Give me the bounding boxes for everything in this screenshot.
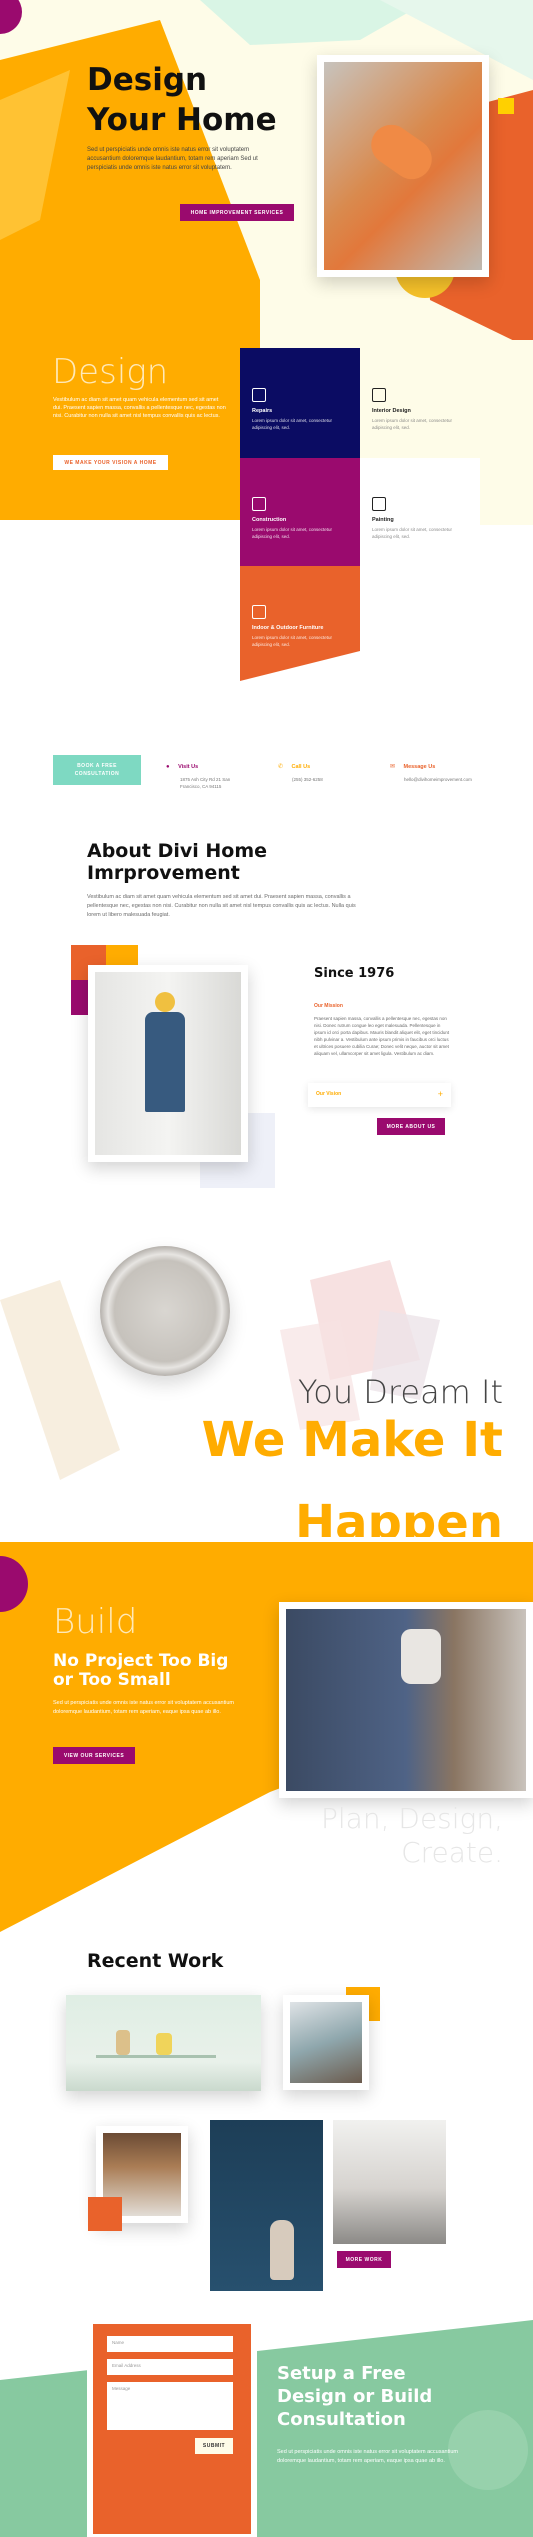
service-desc: Lorem ipsum dolor sit amet, consectetur …	[252, 635, 333, 647]
recent-work-title: Recent Work	[87, 1950, 224, 1972]
consult-section: Name Email Address Message Submit Setup …	[0, 2300, 533, 2537]
work-photo-vase	[210, 2120, 323, 2291]
service-furniture: Indoor & Outdoor Furniture Lorem ipsum d…	[252, 605, 352, 648]
book-consultation-button[interactable]: Book a Free Consultation	[53, 755, 141, 785]
hero-body: Sed ut perspiciatis unde omnis iste natu…	[87, 147, 258, 171]
about-worker-photo	[88, 965, 248, 1162]
service-painting: Painting Lorem ipsum dolor sit amet, con…	[372, 497, 472, 540]
mission-label: Our Mission	[314, 1003, 343, 1009]
consult-title: Setup a Free Design or Build Consultatio…	[277, 2362, 432, 2431]
design-body: Vestibulum ac diam sit amet quam vehicul…	[53, 397, 226, 419]
hero-paint-roller-photo	[317, 55, 489, 277]
about-title: About Divi Home Imrprovement	[87, 840, 267, 884]
hero-title-line2: Your Home	[87, 102, 277, 138]
vision-accordion[interactable]: Our Vision +	[308, 1083, 451, 1107]
design-section: Design Vestibulum ac diam sit amet quam …	[0, 340, 533, 740]
service-title: Construction	[252, 517, 287, 523]
contact-bar: Book a Free Consultation ● Visit Us 1875…	[0, 750, 533, 790]
consult-title-line1: Setup a Free	[277, 2363, 406, 2384]
work-photo-living-room	[333, 2120, 446, 2244]
contact-label: Call Us	[291, 764, 311, 770]
contact-call: ✆ Call Us (255) 352-6258	[278, 755, 368, 783]
phone-icon: ✆	[278, 764, 284, 770]
tools-icon	[252, 388, 266, 402]
more-about-us-button[interactable]: More About Us	[377, 1118, 445, 1135]
build-body: Sed ut perspiciatis unde omnis iste natu…	[53, 1700, 234, 1715]
mission-text: Praesent sapien massa, convallis a pelle…	[314, 1016, 450, 1056]
service-title: Indoor & Outdoor Furniture	[252, 625, 324, 631]
hero-title: Design Your Home	[87, 60, 277, 140]
chair-icon	[252, 605, 266, 619]
dream-line2: We Make It	[201, 1412, 503, 1468]
view-our-services-button[interactable]: View Our Services	[53, 1747, 135, 1764]
submit-button[interactable]: Submit	[195, 2438, 233, 2454]
location-pin-icon: ●	[166, 764, 170, 770]
plus-icon: +	[437, 1089, 443, 1099]
vision-label: Our Vision	[316, 1091, 342, 1097]
work-photo-armchair	[283, 1995, 369, 2090]
about-body: Vestibulum ac diam sit amet quam vehicul…	[87, 894, 356, 918]
build-subtitle-line2: or Too Small	[53, 1670, 171, 1690]
faded-line2: Create.	[401, 1836, 503, 1869]
vision-home-button[interactable]: We Make Your Vision a Home	[53, 455, 168, 470]
name-field[interactable]: Name	[107, 2336, 233, 2352]
build-section: Build No Project Too Big or Too Small Se…	[0, 1542, 533, 1932]
consult-body: Sed ut perspiciatis unde omnis iste natu…	[277, 2449, 458, 2464]
home-improvement-services-button[interactable]: Home Improvement Services	[180, 204, 294, 221]
contact-message: ✉ Message Us hello@divihomeimprovement.c…	[390, 755, 510, 783]
contact-value: (255) 352-6258	[292, 777, 323, 782]
service-desc: Lorem ipsum dolor sit amet, consectetur …	[252, 418, 333, 430]
build-title: Build	[53, 1602, 138, 1642]
design-title: Design	[52, 352, 169, 392]
paint-can-image	[100, 1246, 230, 1376]
yellow-square-accent	[498, 98, 514, 114]
contact-value: 1875 Ash City Rd 21 San Francisco, CA 94…	[180, 777, 231, 789]
work-photo-shelf	[66, 1995, 261, 2091]
service-desc: Lorem ipsum dolor sit amet, consectetur …	[372, 527, 453, 539]
more-work-button[interactable]: More Work	[337, 2251, 391, 2268]
mail-icon: ✉	[390, 764, 396, 770]
service-title: Painting	[372, 517, 394, 523]
contact-label: Message Us	[403, 764, 436, 770]
contact-label: Visit Us	[178, 764, 199, 770]
blocks-icon	[372, 388, 386, 402]
message-field[interactable]: Message	[107, 2382, 233, 2430]
bricks-icon	[252, 497, 266, 511]
dream-section: You Dream It We Make It Happen	[0, 1220, 533, 1550]
hero-title-line1: Design	[87, 62, 208, 98]
consult-title-line3: Consultation	[277, 2409, 406, 2430]
dream-line3: Happen	[294, 1495, 503, 1537]
work-accent-dark-orange	[88, 2197, 122, 2231]
consult-background	[0, 2320, 533, 2537]
service-interior-design: Interior Design Lorem ipsum dolor sit am…	[372, 388, 472, 431]
service-repairs: Repairs Lorem ipsum dolor sit amet, cons…	[252, 388, 352, 431]
consult-form-card: Name Email Address Message Submit	[93, 2324, 251, 2534]
service-construction: Construction Lorem ipsum dolor sit amet,…	[252, 497, 352, 540]
faded-line1: Plan, Design,	[321, 1802, 503, 1835]
contact-value: hello@divihomeimprovement.com	[404, 777, 472, 782]
about-title-line2: Imrprovement	[87, 862, 240, 884]
since-heading: Since 1976	[314, 966, 395, 981]
build-subtitle: No Project Too Big or Too Small	[53, 1652, 228, 1690]
about-title-line1: About Divi Home	[87, 840, 268, 862]
paint-roller-icon	[372, 497, 386, 511]
build-faded-text: Plan, Design, Create.	[321, 1802, 503, 1870]
dream-line1: You Dream It	[297, 1373, 503, 1411]
contact-visit: ● Visit Us 1875 Ash City Rd 21 San Franc…	[166, 755, 266, 790]
build-tool-belt-photo	[279, 1602, 533, 1798]
consult-title-line2: Design or Build	[277, 2386, 433, 2407]
service-title: Repairs	[252, 408, 273, 414]
service-title: Interior Design	[372, 408, 411, 414]
service-desc: Lorem ipsum dolor sit amet, consectetur …	[372, 418, 453, 430]
email-field[interactable]: Email Address	[107, 2359, 233, 2375]
build-subtitle-line1: No Project Too Big	[53, 1651, 229, 1671]
service-desc: Lorem ipsum dolor sit amet, consectetur …	[252, 527, 333, 539]
